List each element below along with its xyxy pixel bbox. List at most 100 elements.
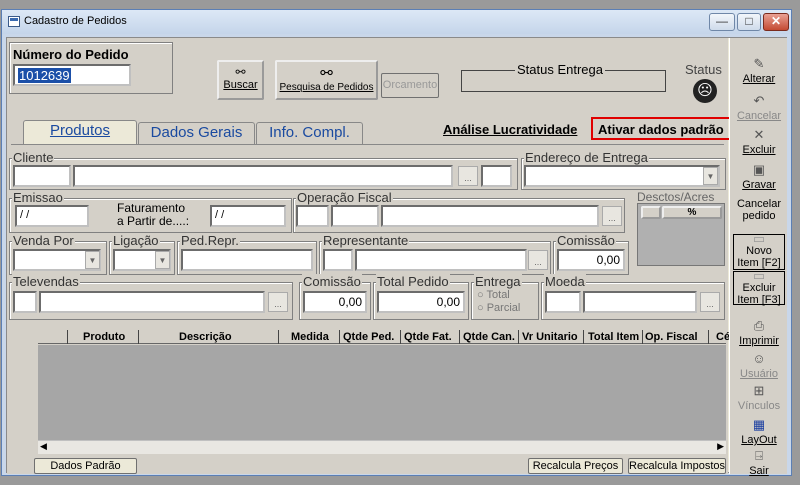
col-op-fiscal[interactable]: Op. Fiscal [645,331,698,343]
entrega-parcial-radio[interactable]: ○ Parcial [477,302,520,314]
dados-padrao-button[interactable]: Dados Padrão [34,458,137,474]
usuario-label: Usuário [740,368,778,380]
col-sep [642,330,643,344]
televendas-name-input[interactable] [39,291,265,313]
col-produto[interactable]: Produto [83,331,125,343]
comissao-input[interactable]: 0,00 [557,249,625,271]
links-icon: ⊞ [753,383,765,398]
operacao-lookup-button[interactable]: ... [602,206,622,226]
tab-divider [11,144,724,145]
user-icon: ☺ [752,351,766,366]
excluir-label: Excluir [742,144,776,156]
layout-button[interactable]: ▦ LayOut [733,417,785,446]
grid-body[interactable] [38,345,726,440]
tab-produtos-label: Produtos [49,122,111,139]
horizontal-scrollbar[interactable]: ◀ ▶ [38,440,726,454]
novo-item-button[interactable]: ▭ Novo Item [F2] [733,232,785,270]
novo-item-label: Novo Item [F2] [737,245,781,269]
operacao-label: Operação Fiscal [296,190,393,205]
televendas-label: Televendas [12,274,80,289]
col-cfop[interactable]: Cé [716,331,730,343]
televendas-code-input[interactable] [13,291,37,313]
col-sep [138,330,139,344]
ped-repr-input[interactable] [181,249,313,271]
ativar-dados-padrao-link[interactable]: Ativar dados padrão [598,122,724,137]
cliente-label: Cliente [12,150,55,165]
col-total-item[interactable]: Total Item [588,331,639,343]
chevron-down-icon[interactable]: ▼ [155,251,170,269]
analise-lucratividade-link[interactable]: Análise Lucratividade [443,122,577,137]
col-qtde-ped[interactable]: Qtde Ped. [343,331,394,343]
cliente-name-input[interactable] [73,165,453,187]
edit-icon: ✎ [753,56,765,71]
tab-produtos[interactable]: Produtos [23,120,137,145]
layout-label: LayOut [741,434,777,446]
col-qtde-can[interactable]: Qtde Can. [463,331,515,343]
col-sep [278,330,279,344]
excluir-button[interactable]: ✕ Excluir [733,127,785,156]
representante-name-input[interactable] [355,249,527,271]
usuario-button[interactable]: ☺ Usuário [733,351,785,380]
tab-dados-gerais[interactable]: Dados Gerais [138,122,255,144]
comissao2-input[interactable]: 0,00 [303,291,367,313]
cancelar-pedido-button[interactable]: Cancelar pedido [733,198,785,222]
recalcula-impostos-button[interactable]: Recalcula Impostos [628,458,726,474]
gravar-button[interactable]: ▣ Gravar [733,162,785,191]
chevron-down-icon[interactable]: ▼ [85,251,100,269]
moeda-lookup-button[interactable]: ... [700,292,720,312]
pedido-input[interactable]: 1012639 [13,64,131,86]
descontos-percent-button[interactable]: % [662,206,722,219]
col-qtde-fat[interactable]: Qtde Fat. [404,331,452,343]
descontos-toggle[interactable] [641,206,661,219]
cliente-lookup-button[interactable]: ... [458,166,478,186]
emissao-input[interactable]: / / [15,205,89,227]
alterar-button[interactable]: ✎ Alterar [733,56,785,85]
entrega-label: Entrega [474,274,522,289]
close-button[interactable]: ✕ [763,13,789,31]
binoculars-icon: ⚯ [235,65,246,79]
save-icon: ▣ [752,162,766,177]
gravar-label: Gravar [742,179,776,191]
cancelar-button[interactable]: ↶ Cancelar [733,93,785,122]
endereco-select[interactable] [524,165,720,187]
cancelar-label: Cancelar [736,110,782,122]
main-window: Cadastro de Pedidos — □ ✕ Número do Pedi… [1,9,792,477]
operacao-code-input[interactable] [296,205,329,227]
total-pedido-input: 0,00 [377,291,465,313]
recalcula-precos-button[interactable]: Recalcula Preços [528,458,623,474]
scroll-right-icon[interactable]: ▶ [717,441,724,452]
moeda-code-input[interactable] [545,291,581,313]
maximize-button[interactable]: □ [737,13,761,31]
moeda-name-input[interactable] [583,291,697,313]
televendas-lookup-button[interactable]: ... [268,292,288,312]
buscar-button[interactable]: ⚯ Buscar [217,60,264,100]
col-medida[interactable]: Medida [291,331,329,343]
representante-code-input[interactable] [323,249,353,271]
cliente-code-input[interactable] [13,165,71,187]
vinculos-button[interactable]: ⊞ Vínculos [733,383,785,412]
operacao-desc-input[interactable] [381,205,599,227]
pesquisa-pedidos-button[interactable]: ⚯ Pesquisa de Pedidos [275,60,378,100]
representante-lookup-button[interactable]: ... [528,250,548,270]
buscar-label: Buscar [223,79,258,91]
excluir-item-button[interactable]: ▭ Excluir Item [F3] [733,269,785,306]
imprimir-button[interactable]: ⎙ Imprimir [733,318,785,347]
faturamento-input[interactable]: / / [210,205,286,227]
alterar-label: Alterar [742,73,776,85]
col-sep [400,330,401,344]
minimize-button[interactable]: — [709,13,735,31]
sair-button[interactable]: ⍈ Sair [733,448,785,477]
chevron-down-icon[interactable]: ▼ [703,167,718,185]
col-descricao[interactable]: Descrição [179,331,232,343]
col-vr-unitario[interactable]: Vr Unitario [522,331,578,343]
vinculos-label: Vínculos [737,400,781,412]
print-icon: ⎙ [753,318,765,333]
operacao-cfop-input[interactable] [331,205,379,227]
orcamento-button[interactable]: Orcamento [381,73,439,98]
col-sep [708,330,709,344]
comissao2-label: Comissão [302,274,362,289]
tab-info-compl[interactable]: Info. Compl. [256,122,363,144]
scroll-left-icon[interactable]: ◀ [40,441,47,452]
entrega-total-radio[interactable]: ○ Total [477,289,510,301]
cliente-extra-input[interactable] [481,165,512,187]
